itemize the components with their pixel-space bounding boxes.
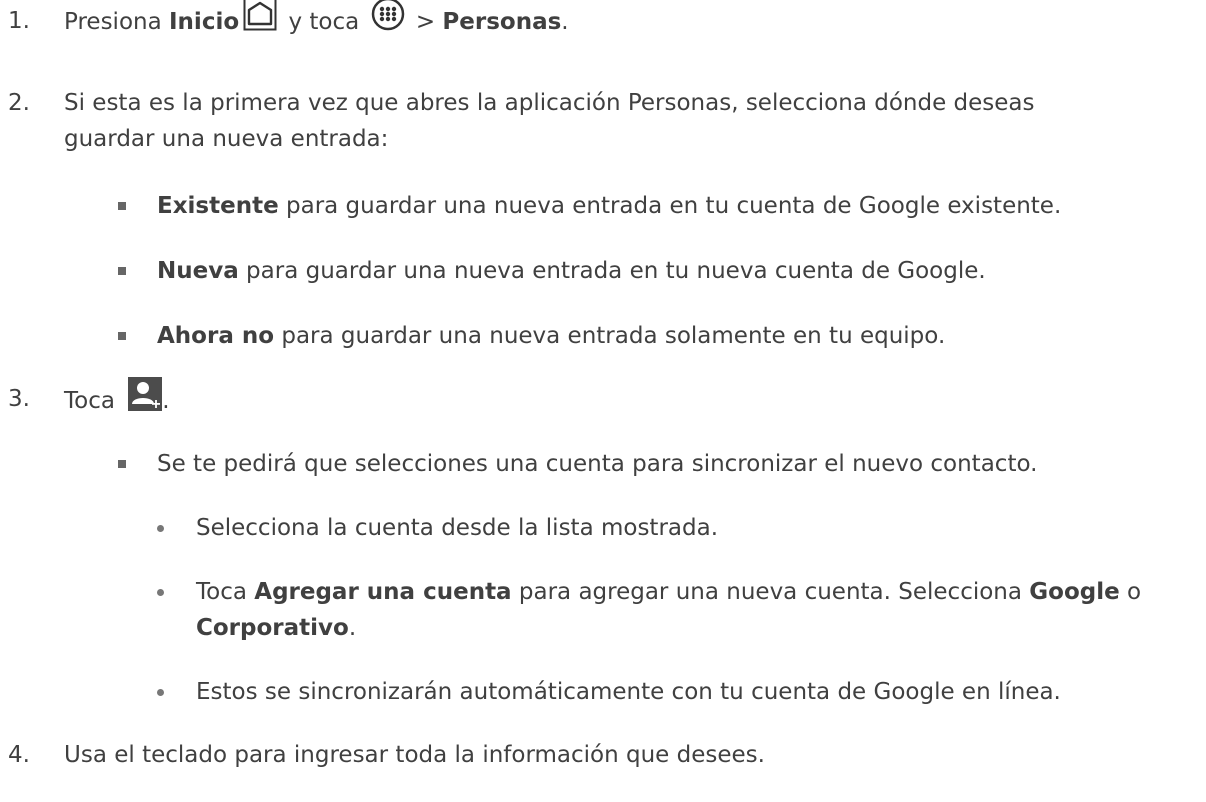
step-text: guardar una nueva entrada: (64, 126, 389, 152)
step-text: Presiona (64, 9, 169, 35)
step-number: 3. (8, 386, 30, 412)
home-icon (243, 0, 277, 42)
round-bullet-icon (157, 525, 164, 532)
step-number: 2. (8, 90, 30, 116)
step-number: 4. (8, 742, 30, 768)
apps-icon (371, 0, 405, 42)
add-contact-icon (128, 377, 163, 422)
round-bullet-icon (157, 589, 164, 596)
home-label: Inicio (169, 9, 240, 35)
step-text: Usa el teclado para ingresar toda la inf… (64, 742, 765, 768)
people-label: Personas (442, 9, 562, 35)
instructions-page: 1. Presiona Inicio y toca > Personas. 2.… (0, 0, 1206, 802)
step-text: y toca (281, 9, 367, 35)
step-text: Si esta es la primera vez que abres la a… (64, 90, 1035, 116)
separator: > (408, 9, 443, 35)
square-bullet-icon (118, 267, 126, 275)
square-bullet-icon (118, 202, 126, 210)
square-bullet-icon (118, 332, 126, 340)
step-number: 1. (8, 8, 30, 34)
square-bullet-icon (118, 460, 126, 468)
round-bullet-icon (157, 689, 164, 696)
